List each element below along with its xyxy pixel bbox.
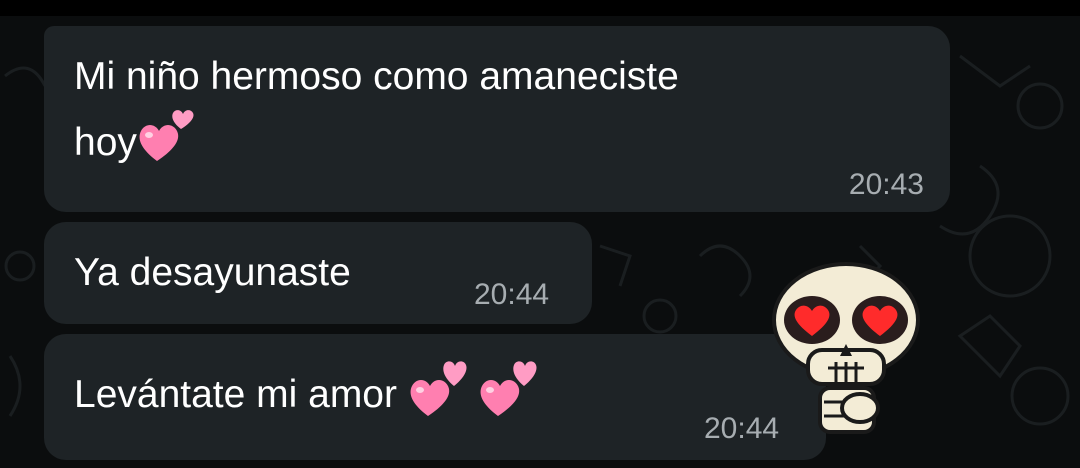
status-bar-strip: [0, 0, 1080, 16]
message-time: 20:43: [848, 168, 924, 201]
message-text: Levántate mi amor: [74, 373, 397, 416]
message-text-tail: hoy: [74, 121, 137, 164]
message-bubble[interactable]: Levántate mi amor 20:44: [44, 334, 826, 460]
two-hearts-icon: [410, 361, 467, 416]
message-text: Ya desayunaste: [74, 251, 351, 294]
message-text-line2: hoy: [74, 109, 201, 176]
two-hearts-icon: [139, 109, 194, 161]
skull-heart-eyes-sticker[interactable]: [764, 258, 930, 436]
message-bubble[interactable]: Ya desayunaste 20:44: [44, 222, 592, 324]
message-bubble[interactable]: Mi niño hermoso como amaneciste hoy 20:4…: [44, 26, 950, 212]
message-text-row: Levántate mi amor: [74, 361, 542, 428]
message-text: Mi niño hermoso como amaneciste: [74, 55, 679, 98]
message-time: 20:44: [474, 278, 550, 311]
two-hearts-icon: [480, 361, 537, 416]
